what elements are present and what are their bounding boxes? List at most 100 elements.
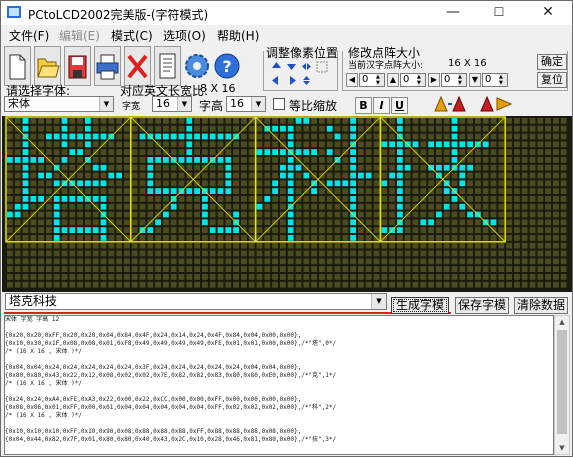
pixel-off[interactable] bbox=[108, 266, 115, 272]
pixel-off[interactable] bbox=[560, 196, 567, 202]
pixel-off[interactable] bbox=[264, 164, 271, 171]
pixel-off[interactable] bbox=[186, 250, 193, 257]
pixel-off[interactable] bbox=[209, 250, 216, 257]
pixel-off[interactable] bbox=[155, 196, 161, 202]
pixel-off[interactable] bbox=[280, 258, 286, 265]
pixel-off[interactable] bbox=[311, 281, 317, 288]
pixel-off[interactable] bbox=[545, 203, 551, 210]
pixel-off[interactable] bbox=[139, 141, 146, 148]
pixel-off[interactable] bbox=[7, 219, 13, 226]
pixel-off[interactable] bbox=[233, 125, 239, 132]
pixel-on[interactable] bbox=[69, 227, 76, 233]
pixel-on[interactable] bbox=[186, 125, 193, 132]
pixel-off[interactable] bbox=[436, 203, 442, 210]
pixel-off[interactable] bbox=[194, 196, 200, 202]
pixel-off[interactable] bbox=[155, 125, 161, 132]
pixel-off[interactable] bbox=[209, 281, 216, 288]
pixel-off[interactable] bbox=[514, 227, 520, 233]
pixel-off[interactable] bbox=[404, 219, 411, 226]
pixel-off[interactable] bbox=[404, 172, 411, 179]
pixel-off[interactable] bbox=[46, 180, 52, 187]
pixel-on[interactable] bbox=[256, 203, 263, 210]
pixel-off[interactable] bbox=[7, 266, 13, 272]
pixel-on[interactable] bbox=[451, 141, 458, 148]
pixel-off[interactable] bbox=[342, 172, 349, 179]
pixel-off[interactable] bbox=[139, 281, 146, 288]
pixel-off[interactable] bbox=[280, 266, 286, 272]
pixel-on[interactable] bbox=[412, 141, 419, 148]
pixel-off[interactable] bbox=[560, 141, 567, 148]
pixel-off[interactable] bbox=[365, 266, 372, 272]
pixel-off[interactable] bbox=[116, 141, 122, 148]
pixel-off[interactable] bbox=[475, 180, 481, 187]
pixel-off[interactable] bbox=[350, 266, 356, 272]
pixel-off[interactable] bbox=[163, 196, 169, 202]
pixel-off[interactable] bbox=[397, 250, 403, 257]
pixel-off[interactable] bbox=[77, 274, 83, 280]
pixel-off[interactable] bbox=[404, 235, 411, 241]
pixel-on[interactable] bbox=[264, 149, 271, 155]
pixel-on[interactable] bbox=[397, 118, 403, 124]
pixel-off[interactable] bbox=[53, 172, 60, 179]
pixel-off[interactable] bbox=[155, 258, 161, 265]
pixel-off[interactable] bbox=[256, 274, 263, 280]
settings-button[interactable] bbox=[184, 46, 211, 86]
pixel-off[interactable] bbox=[529, 274, 536, 280]
pixel-off[interactable] bbox=[155, 266, 161, 272]
pixel-off[interactable] bbox=[365, 196, 372, 202]
pixel-off[interactable] bbox=[139, 196, 146, 202]
pixel-off[interactable] bbox=[506, 133, 512, 140]
pixel-on[interactable] bbox=[202, 133, 208, 140]
pixel-off[interactable] bbox=[358, 281, 364, 288]
pixel-off[interactable] bbox=[397, 274, 403, 280]
pixel-on[interactable] bbox=[459, 180, 466, 187]
pixel-off[interactable] bbox=[92, 266, 99, 272]
pixel-on[interactable] bbox=[397, 203, 403, 210]
pixel-off[interactable] bbox=[178, 172, 185, 179]
pixel-off[interactable] bbox=[428, 203, 434, 210]
pixel-off[interactable] bbox=[241, 180, 247, 187]
pixel-on[interactable] bbox=[22, 149, 29, 155]
pixel-off[interactable] bbox=[108, 125, 115, 132]
pixel-off[interactable] bbox=[490, 211, 497, 218]
pixel-off[interactable] bbox=[381, 242, 388, 249]
pixel-off[interactable] bbox=[537, 242, 544, 249]
pixel-on[interactable] bbox=[186, 118, 193, 124]
pixel-off[interactable] bbox=[116, 196, 122, 202]
pixel-off[interactable] bbox=[467, 172, 473, 179]
pixel-off[interactable] bbox=[209, 164, 216, 171]
pixel-on[interactable] bbox=[22, 118, 29, 124]
pixel-off[interactable] bbox=[264, 281, 271, 288]
pixel-off[interactable] bbox=[451, 211, 458, 218]
pixel-off[interactable] bbox=[521, 258, 528, 265]
pixel-off[interactable] bbox=[319, 118, 325, 124]
pixel-off[interactable] bbox=[30, 274, 37, 280]
pixel-off[interactable] bbox=[22, 250, 29, 257]
pixel-off[interactable] bbox=[170, 227, 177, 233]
pixel-off[interactable] bbox=[451, 242, 458, 249]
pixel-off[interactable] bbox=[506, 196, 512, 202]
pixel-off[interactable] bbox=[342, 196, 349, 202]
proportional-checkbox[interactable] bbox=[273, 98, 285, 110]
pixel-off[interactable] bbox=[514, 172, 520, 179]
pixel-off[interactable] bbox=[147, 258, 154, 265]
pixel-on[interactable] bbox=[14, 157, 21, 163]
pixel-on[interactable] bbox=[350, 188, 356, 194]
pixel-off[interactable] bbox=[373, 133, 380, 140]
pixel-off[interactable] bbox=[420, 133, 427, 140]
pixel-off[interactable] bbox=[116, 164, 122, 171]
pixel-off[interactable] bbox=[459, 188, 466, 194]
pixel-off[interactable] bbox=[490, 188, 497, 194]
pixel-off[interactable] bbox=[506, 203, 512, 210]
pixel-off[interactable] bbox=[280, 157, 286, 163]
pixel-off[interactable] bbox=[303, 258, 310, 265]
pixel-off[interactable] bbox=[498, 157, 505, 163]
pixel-off[interactable] bbox=[217, 281, 224, 288]
pixel-off[interactable] bbox=[311, 219, 317, 226]
pixel-off[interactable] bbox=[30, 188, 37, 194]
pixel-off[interactable] bbox=[280, 180, 286, 187]
pixel-off[interactable] bbox=[451, 172, 458, 179]
clear-data-button[interactable]: 清除数据 bbox=[514, 297, 568, 314]
pixel-off[interactable] bbox=[241, 250, 247, 257]
pixel-off[interactable] bbox=[404, 274, 411, 280]
